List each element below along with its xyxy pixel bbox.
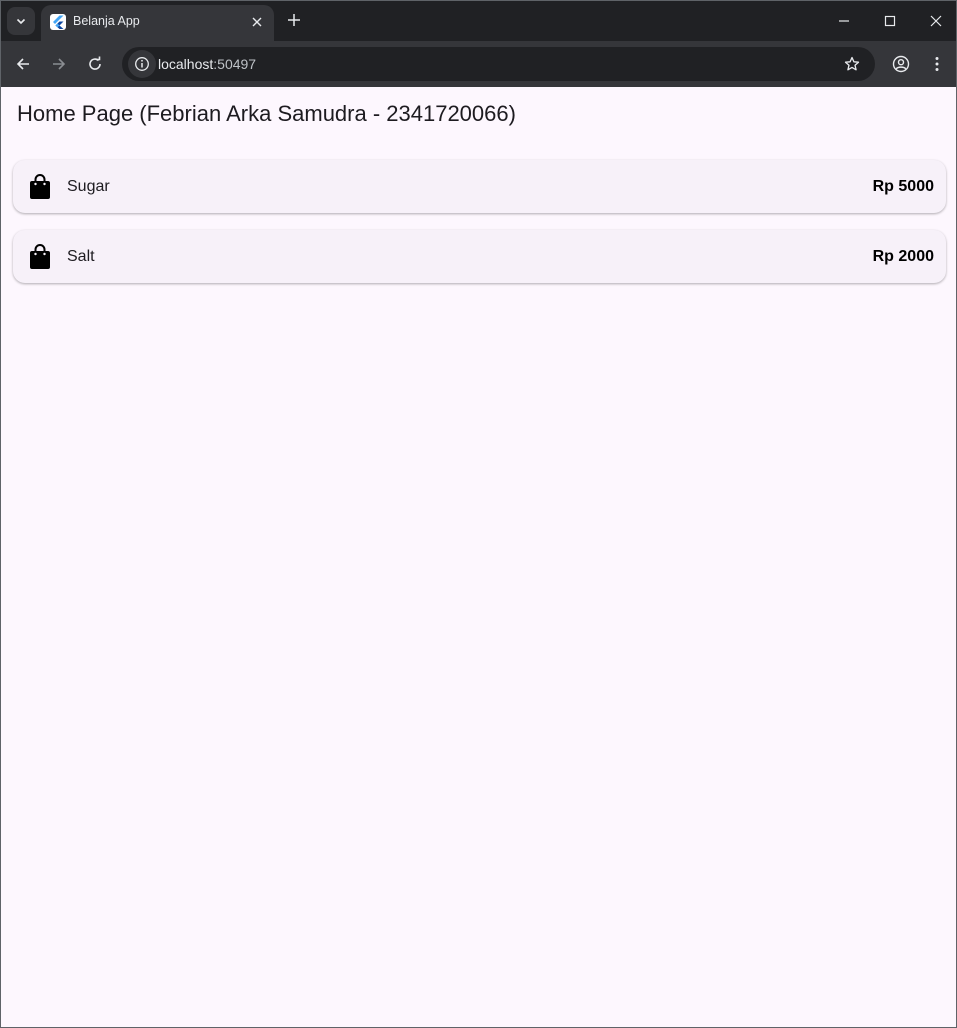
shopping-bag-icon (30, 174, 50, 199)
url-host: localhost (158, 56, 214, 72)
plus-icon (288, 14, 300, 26)
tab-search-button[interactable] (7, 7, 35, 35)
close-icon (930, 15, 942, 27)
minimize-icon (839, 20, 849, 22)
info-icon (135, 57, 149, 71)
browser-toolbar: localhost:50497 (1, 41, 956, 87)
list-item[interactable]: Sugar Rp 5000 (13, 160, 946, 213)
bookmark-button[interactable] (839, 51, 865, 77)
flutter-icon (50, 14, 66, 30)
close-icon (252, 17, 262, 27)
browser-tab[interactable]: Belanja App (41, 5, 274, 41)
close-window-button[interactable] (913, 1, 956, 41)
profile-button[interactable] (887, 50, 915, 78)
forward-button[interactable] (45, 50, 73, 78)
page-content: Home Page (Febrian Arka Samudra - 234172… (1, 87, 956, 1027)
new-tab-button[interactable] (283, 9, 305, 31)
chevron-down-icon (16, 18, 26, 25)
shopping-bag-icon (30, 244, 50, 269)
item-name: Salt (67, 248, 95, 265)
star-icon (844, 56, 860, 71)
browser-window: Belanja App localhost:50497 Home Page (F… (0, 0, 957, 1028)
arrow-right-icon (53, 58, 66, 70)
url-port: :50497 (213, 56, 257, 72)
address-bar[interactable]: localhost:50497 (122, 47, 875, 81)
item-name: Sugar (67, 178, 110, 195)
site-info-button[interactable] (128, 50, 156, 78)
minimize-button[interactable] (821, 1, 867, 41)
tab-strip: Belanja App (1, 1, 956, 41)
reload-button[interactable] (81, 50, 109, 78)
item-price: Rp 5000 (872, 178, 934, 195)
back-button[interactable] (9, 50, 37, 78)
arrow-left-icon (16, 58, 29, 70)
maximize-icon (884, 15, 896, 27)
browser-menu-button[interactable] (923, 50, 951, 78)
more-vert-icon (935, 57, 939, 71)
maximize-button[interactable] (867, 1, 913, 41)
tab-title: Belanja App (73, 14, 140, 28)
item-price: Rp 2000 (872, 248, 934, 265)
page-title: Home Page (Febrian Arka Samudra - 234172… (17, 101, 516, 126)
reload-icon (89, 56, 101, 70)
tab-close-button[interactable] (248, 13, 266, 31)
url-text: localhost:50497 (158, 56, 256, 72)
account-circle-icon (892, 55, 910, 73)
list-item[interactable]: Salt Rp 2000 (13, 230, 946, 283)
